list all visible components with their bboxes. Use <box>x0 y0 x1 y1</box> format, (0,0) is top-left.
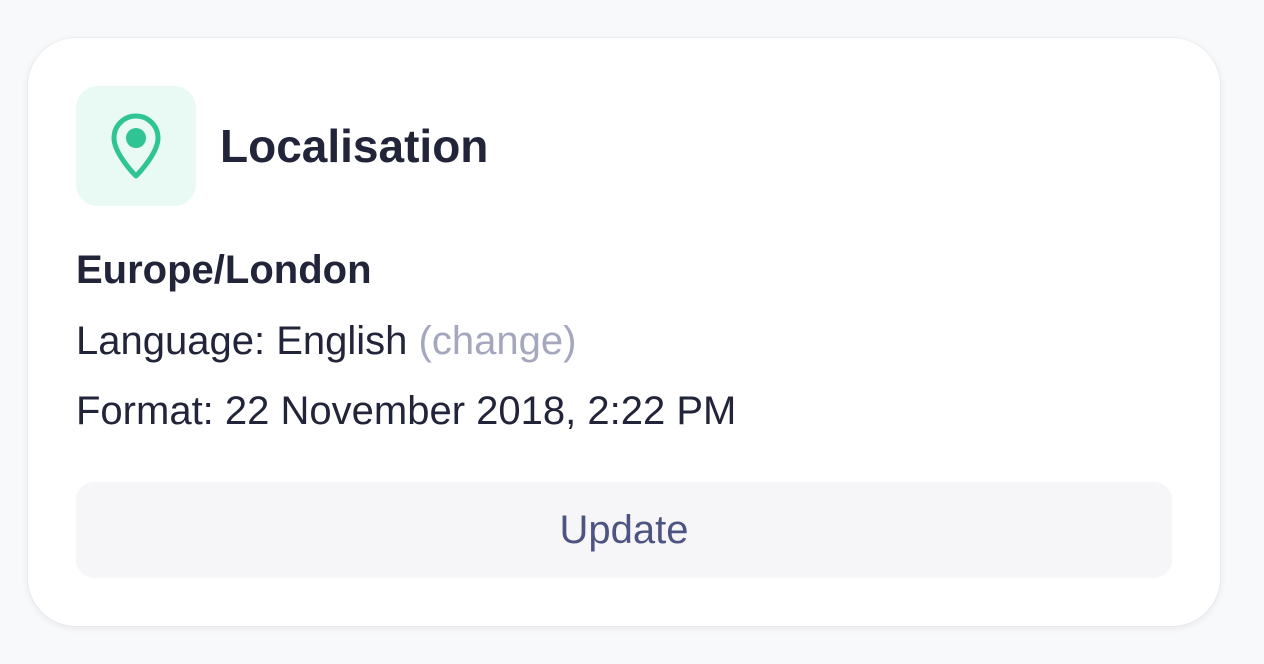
format-row: Format: 22 November 2018, 2:22 PM <box>76 387 736 435</box>
change-language-link[interactable]: (change) <box>419 319 577 363</box>
format-label: Format: <box>76 389 214 433</box>
language-label: Language: <box>76 319 266 363</box>
language-row: Language: English (change) <box>76 317 576 365</box>
format-value: 22 November 2018, 2:22 PM <box>224 389 737 433</box>
timezone-value: Europe/London <box>76 248 372 292</box>
update-button[interactable]: Update <box>76 482 1172 578</box>
map-pin-icon <box>111 113 161 179</box>
localisation-card: Localisation Europe/London Language: Eng… <box>28 38 1220 626</box>
icon-tile <box>76 86 196 206</box>
language-value: English <box>276 319 408 363</box>
card-title: Localisation <box>220 120 489 172</box>
